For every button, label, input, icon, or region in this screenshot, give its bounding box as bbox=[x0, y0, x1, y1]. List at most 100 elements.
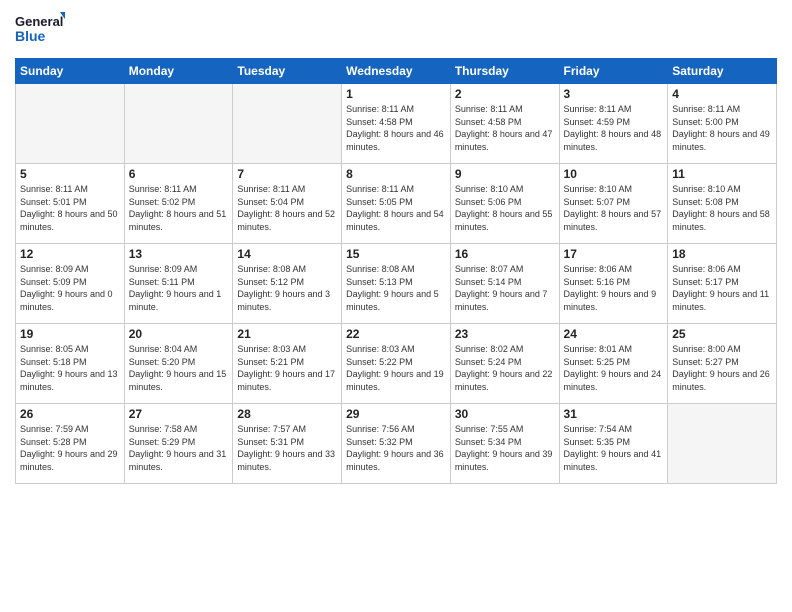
day-info: Sunrise: 8:11 AMSunset: 4:58 PMDaylight:… bbox=[455, 103, 555, 153]
day-number: 27 bbox=[129, 407, 229, 421]
day-info: Sunrise: 8:10 AMSunset: 5:07 PMDaylight:… bbox=[564, 183, 664, 233]
logo-container: General Blue bbox=[15, 10, 65, 50]
day-cell: 9 Sunrise: 8:10 AMSunset: 5:06 PMDaylight… bbox=[450, 164, 559, 244]
weekday-header-friday: Friday bbox=[559, 59, 668, 84]
day-info: Sunrise: 8:01 AMSunset: 5:25 PMDaylight:… bbox=[564, 343, 664, 393]
day-info: Sunrise: 7:58 AMSunset: 5:29 PMDaylight:… bbox=[129, 423, 229, 473]
day-cell: 25 Sunrise: 8:00 AMSunset: 5:27 PMDayligh… bbox=[668, 324, 777, 404]
svg-text:Blue: Blue bbox=[15, 28, 46, 44]
day-cell: 23Sunrise: 8:02 AMSunset: 5:24 PMDayligh… bbox=[450, 324, 559, 404]
day-info: Sunrise: 7:55 AMSunset: 5:34 PMDaylight:… bbox=[455, 423, 555, 473]
day-cell: 26 Sunrise: 7:59 AMSunset: 5:28 PMDayligh… bbox=[16, 404, 125, 484]
day-cell: 17 Sunrise: 8:06 AMSunset: 5:16 PMDayligh… bbox=[559, 244, 668, 324]
day-info: Sunrise: 8:11 AMSunset: 5:04 PMDaylight:… bbox=[237, 183, 337, 233]
day-cell: 6Sunrise: 8:11 AMSunset: 5:02 PMDaylight… bbox=[124, 164, 233, 244]
day-cell: 16 Sunrise: 8:07 AMSunset: 5:14 PMDayligh… bbox=[450, 244, 559, 324]
day-info: Sunrise: 8:05 AMSunset: 5:18 PMDaylight:… bbox=[20, 343, 120, 393]
day-number: 10 bbox=[564, 167, 664, 181]
day-number: 16 bbox=[455, 247, 555, 261]
day-cell: 10 Sunrise: 8:10 AMSunset: 5:07 PMDayligh… bbox=[559, 164, 668, 244]
day-number: 14 bbox=[237, 247, 337, 261]
day-number: 7 bbox=[237, 167, 337, 181]
day-cell: 1 Sunrise: 8:11 AMSunset: 4:58 PMDaylight… bbox=[342, 84, 451, 164]
logo: General Blue bbox=[15, 10, 65, 50]
day-number: 18 bbox=[672, 247, 772, 261]
day-info: Sunrise: 7:56 AMSunset: 5:32 PMDaylight:… bbox=[346, 423, 446, 473]
week-row-4: 19 Sunrise: 8:05 AMSunset: 5:18 PMDayligh… bbox=[16, 324, 777, 404]
weekday-header-sunday: Sunday bbox=[16, 59, 125, 84]
header: General Blue bbox=[15, 10, 777, 50]
day-info: Sunrise: 8:08 AMSunset: 5:13 PMDaylight:… bbox=[346, 263, 446, 313]
day-info: Sunrise: 8:04 AMSunset: 5:20 PMDaylight:… bbox=[129, 343, 229, 393]
day-number: 31 bbox=[564, 407, 664, 421]
day-cell: 31 Sunrise: 7:54 AMSunset: 5:35 PMDayligh… bbox=[559, 404, 668, 484]
day-cell: 21Sunrise: 8:03 AMSunset: 5:21 PMDayligh… bbox=[233, 324, 342, 404]
day-number: 9 bbox=[455, 167, 555, 181]
day-number: 17 bbox=[564, 247, 664, 261]
day-number: 29 bbox=[346, 407, 446, 421]
day-cell: 29 Sunrise: 7:56 AMSunset: 5:32 PMDayligh… bbox=[342, 404, 451, 484]
day-cell: 22 Sunrise: 8:03 AMSunset: 5:22 PMDayligh… bbox=[342, 324, 451, 404]
day-cell: 14 Sunrise: 8:08 AMSunset: 5:12 PMDayligh… bbox=[233, 244, 342, 324]
day-info: Sunrise: 8:11 AMSunset: 5:00 PMDaylight:… bbox=[672, 103, 772, 153]
day-cell: 18 Sunrise: 8:06 AMSunset: 5:17 PMDayligh… bbox=[668, 244, 777, 324]
day-cell: 27 Sunrise: 7:58 AMSunset: 5:29 PMDayligh… bbox=[124, 404, 233, 484]
day-number: 15 bbox=[346, 247, 446, 261]
day-number: 3 bbox=[564, 87, 664, 101]
day-number: 26 bbox=[20, 407, 120, 421]
page: General Blue SundayMondayTuesdayWednesda… bbox=[0, 0, 792, 612]
day-cell bbox=[233, 84, 342, 164]
week-row-2: 5 Sunrise: 8:11 AMSunset: 5:01 PMDaylight… bbox=[16, 164, 777, 244]
day-number: 4 bbox=[672, 87, 772, 101]
week-row-1: 1 Sunrise: 8:11 AMSunset: 4:58 PMDaylight… bbox=[16, 84, 777, 164]
day-cell bbox=[16, 84, 125, 164]
day-info: Sunrise: 8:10 AMSunset: 5:06 PMDaylight:… bbox=[455, 183, 555, 233]
day-cell: 12 Sunrise: 8:09 AMSunset: 5:09 PMDayligh… bbox=[16, 244, 125, 324]
day-number: 20 bbox=[129, 327, 229, 341]
day-number: 19 bbox=[20, 327, 120, 341]
day-number: 13 bbox=[129, 247, 229, 261]
day-info: Sunrise: 8:00 AMSunset: 5:27 PMDaylight:… bbox=[672, 343, 772, 393]
day-info: Sunrise: 8:03 AMSunset: 5:22 PMDaylight:… bbox=[346, 343, 446, 393]
day-info: Sunrise: 8:11 AMSunset: 4:58 PMDaylight:… bbox=[346, 103, 446, 153]
weekday-header-wednesday: Wednesday bbox=[342, 59, 451, 84]
day-cell: 11Sunrise: 8:10 AMSunset: 5:08 PMDayligh… bbox=[668, 164, 777, 244]
day-cell: 5 Sunrise: 8:11 AMSunset: 5:01 PMDaylight… bbox=[16, 164, 125, 244]
day-number: 8 bbox=[346, 167, 446, 181]
day-number: 1 bbox=[346, 87, 446, 101]
svg-text:General: General bbox=[15, 14, 63, 29]
day-number: 12 bbox=[20, 247, 120, 261]
day-number: 6 bbox=[129, 167, 229, 181]
day-cell: 15 Sunrise: 8:08 AMSunset: 5:13 PMDayligh… bbox=[342, 244, 451, 324]
day-number: 23 bbox=[455, 327, 555, 341]
day-info: Sunrise: 8:08 AMSunset: 5:12 PMDaylight:… bbox=[237, 263, 337, 313]
day-number: 11 bbox=[672, 167, 772, 181]
day-info: Sunrise: 8:11 AMSunset: 5:01 PMDaylight:… bbox=[20, 183, 120, 233]
day-info: Sunrise: 8:06 AMSunset: 5:16 PMDaylight:… bbox=[564, 263, 664, 313]
day-info: Sunrise: 7:54 AMSunset: 5:35 PMDaylight:… bbox=[564, 423, 664, 473]
weekday-header-saturday: Saturday bbox=[668, 59, 777, 84]
day-cell: 2Sunrise: 8:11 AMSunset: 4:58 PMDaylight… bbox=[450, 84, 559, 164]
week-row-3: 12 Sunrise: 8:09 AMSunset: 5:09 PMDayligh… bbox=[16, 244, 777, 324]
day-number: 21 bbox=[237, 327, 337, 341]
calendar-table: SundayMondayTuesdayWednesdayThursdayFrid… bbox=[15, 58, 777, 484]
day-info: Sunrise: 8:06 AMSunset: 5:17 PMDaylight:… bbox=[672, 263, 772, 313]
weekday-header-tuesday: Tuesday bbox=[233, 59, 342, 84]
day-cell bbox=[124, 84, 233, 164]
day-number: 5 bbox=[20, 167, 120, 181]
day-number: 22 bbox=[346, 327, 446, 341]
day-number: 28 bbox=[237, 407, 337, 421]
day-cell bbox=[668, 404, 777, 484]
weekday-header-thursday: Thursday bbox=[450, 59, 559, 84]
day-cell: 7 Sunrise: 8:11 AMSunset: 5:04 PMDaylight… bbox=[233, 164, 342, 244]
day-info: Sunrise: 7:59 AMSunset: 5:28 PMDaylight:… bbox=[20, 423, 120, 473]
week-row-5: 26 Sunrise: 7:59 AMSunset: 5:28 PMDayligh… bbox=[16, 404, 777, 484]
day-info: Sunrise: 8:07 AMSunset: 5:14 PMDaylight:… bbox=[455, 263, 555, 313]
logo-svg: General Blue bbox=[15, 10, 65, 50]
day-cell: 4 Sunrise: 8:11 AMSunset: 5:00 PMDaylight… bbox=[668, 84, 777, 164]
day-cell: 24Sunrise: 8:01 AMSunset: 5:25 PMDayligh… bbox=[559, 324, 668, 404]
day-info: Sunrise: 8:11 AMSunset: 5:05 PMDaylight:… bbox=[346, 183, 446, 233]
weekday-header-row: SundayMondayTuesdayWednesdayThursdayFrid… bbox=[16, 59, 777, 84]
day-number: 25 bbox=[672, 327, 772, 341]
day-info: Sunrise: 8:09 AMSunset: 5:09 PMDaylight:… bbox=[20, 263, 120, 313]
